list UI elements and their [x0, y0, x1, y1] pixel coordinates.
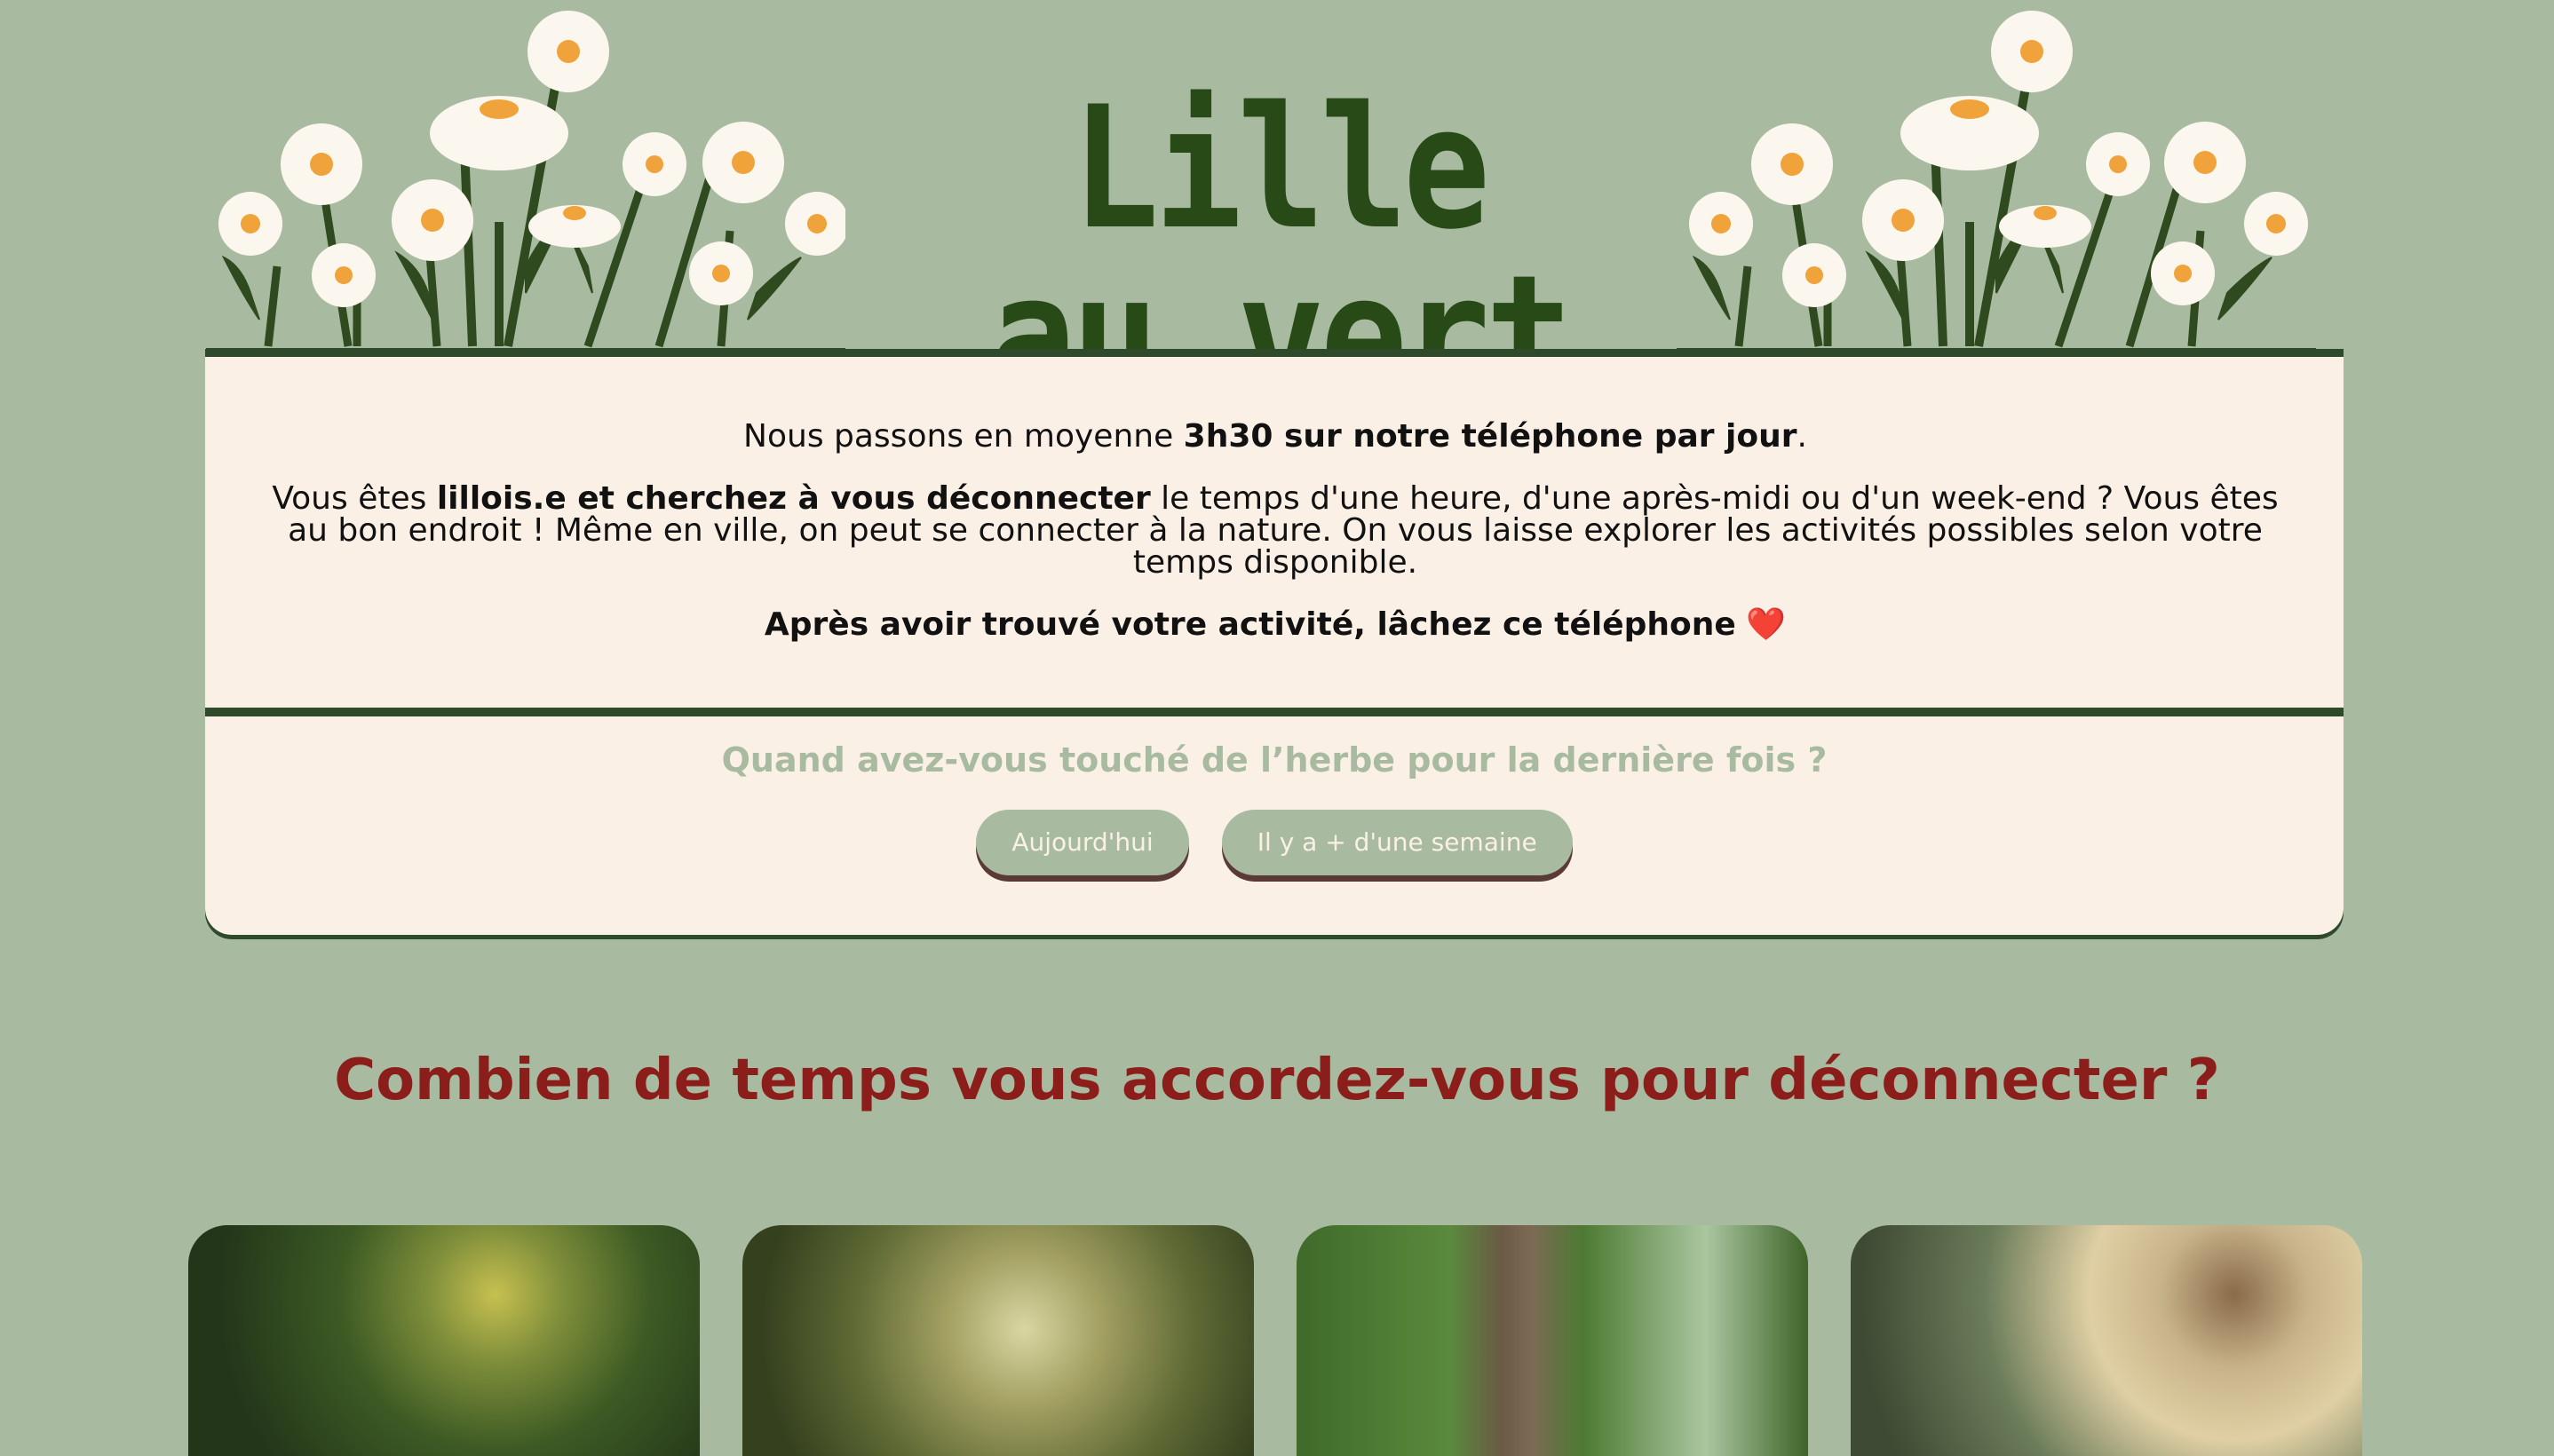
over-a-week-button[interactable]: Il y a + d'une semaine — [1221, 810, 1573, 875]
activity-card-4-image[interactable] — [1851, 1225, 2362, 1456]
quiz-buttons: Aujourd'hui Il y a + d'une semaine — [205, 810, 2344, 875]
heart-icon: ❤️ — [1746, 606, 1787, 643]
today-button[interactable]: Aujourd'hui — [976, 810, 1189, 875]
intro-card: Nous passons en moyenne 3h30 sur notre t… — [205, 349, 2344, 935]
intro-paragraph-2: Vous êtes lillois.e et cherchez à vous d… — [272, 480, 2279, 581]
intro-paragraph-3: Après avoir trouvé votre activité, lâche… — [764, 606, 1787, 643]
activity-card-3-image[interactable] — [1297, 1225, 1808, 1456]
section-heading: Combien de temps vous accordez-vous pour… — [334, 1048, 2220, 1113]
activity-card-2-image[interactable] — [742, 1225, 1254, 1456]
divider — [205, 708, 2344, 716]
site-header: Lille au vert — [0, 0, 2554, 422]
daisies-illustration-left — [206, 11, 845, 355]
quiz-question: Quand avez-vous touché de l’herbe pour l… — [721, 740, 1828, 779]
intro-text: Nous passons en moyenne 3h30 sur notre t… — [258, 421, 2292, 671]
daisies-illustration-right — [1677, 11, 2316, 355]
activity-card-1-image[interactable] — [188, 1225, 700, 1456]
intro-paragraph-1: Nous passons en moyenne 3h30 sur notre t… — [743, 418, 1807, 455]
